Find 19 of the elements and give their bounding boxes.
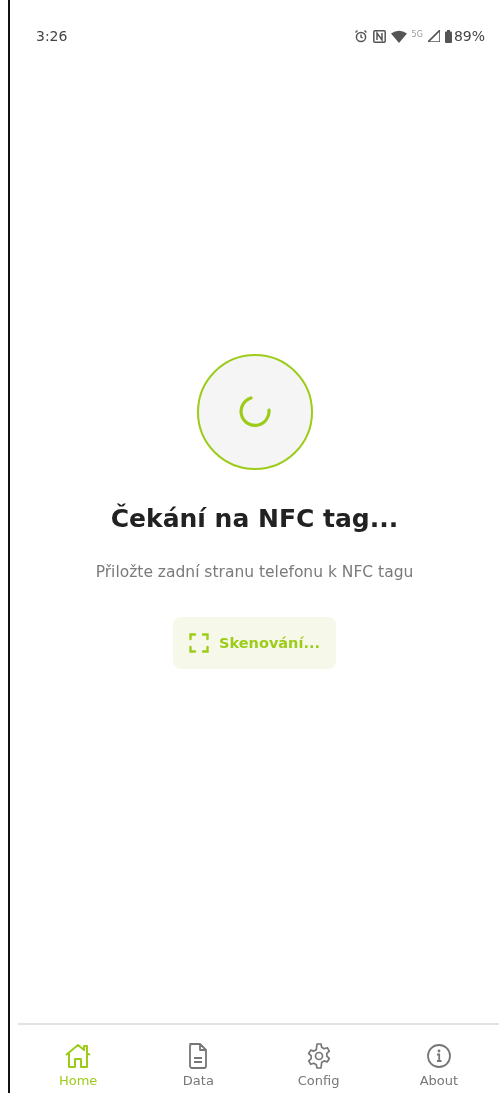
network-type: 5G <box>411 30 423 39</box>
spinner-icon <box>236 394 273 430</box>
alarm-icon <box>353 29 368 43</box>
document-icon <box>187 1043 210 1069</box>
battery-percent: 89% <box>453 28 485 44</box>
instruction-text: Přiložte zadní stranu telefonu k NFC tagu <box>95 563 414 581</box>
nav-tab[interactable]: Config <box>258 1025 379 1093</box>
scan-frame-icon <box>189 633 210 653</box>
battery-icon <box>444 29 452 43</box>
wifi-icon <box>390 29 407 43</box>
nfc-icon <box>372 29 386 43</box>
signal-icon <box>427 30 440 42</box>
settings-icon <box>305 1043 332 1069</box>
info-icon <box>425 1043 452 1069</box>
nav-tab[interactable]: Data <box>138 1025 259 1093</box>
waiting-title: Čekání na NFC tag... <box>110 504 399 533</box>
home-icon <box>64 1043 93 1069</box>
nav-tab[interactable]: About <box>378 1025 499 1093</box>
status-time: 3:26 <box>36 28 68 44</box>
